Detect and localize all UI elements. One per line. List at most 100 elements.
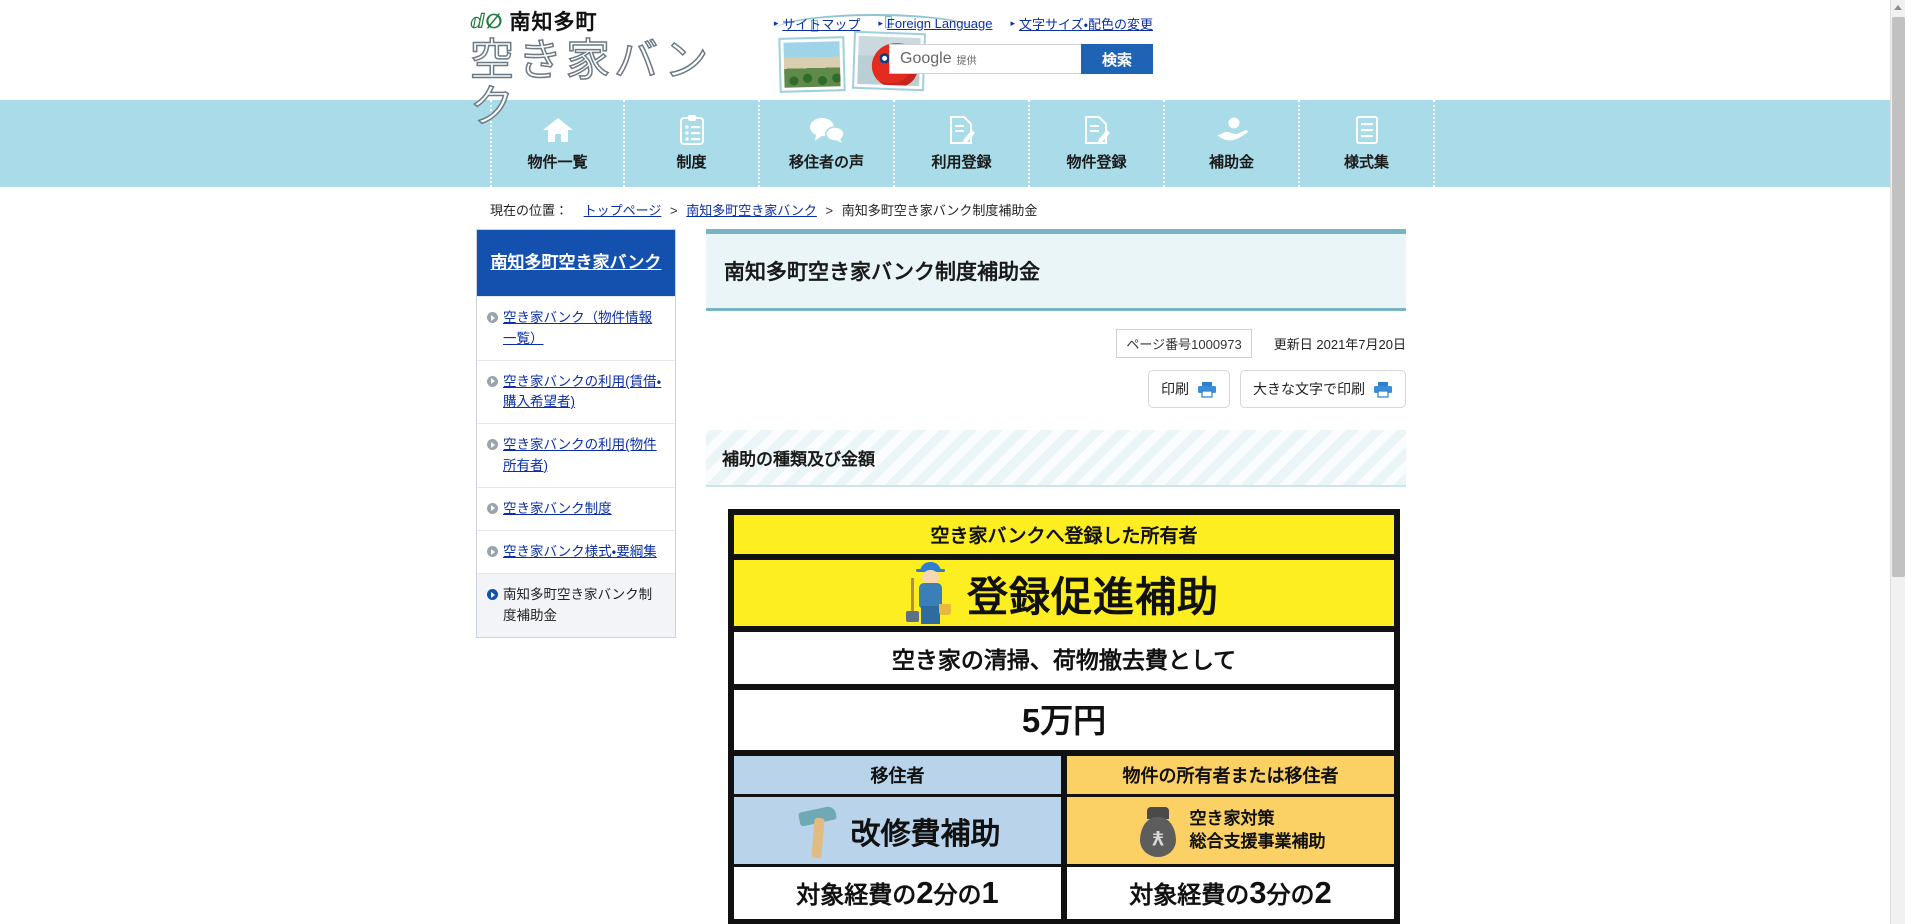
nav-item-riyo-toroku[interactable]: 利用登録 (895, 100, 1030, 187)
sidebar-item-bukken-joho[interactable]: 空き家バンク（物件情報一覧） (477, 296, 675, 360)
column-target: 移住者 (731, 753, 1064, 797)
column-target: 物件の所有者または移住者 (1064, 753, 1397, 797)
page-meta: ページ番号1000973 更新日 2021年7月20日 (706, 329, 1406, 358)
arrow-right-icon: ▸ (1010, 18, 1015, 28)
sitemap-link-label[interactable]: サイトマップ (782, 14, 860, 33)
sidebar-item-label[interactable]: 空き家バンクの利用(賃借・購入希望者) (503, 372, 663, 413)
breadcrumb-separator: > (825, 203, 834, 218)
nav-item-yoshikishu[interactable]: 様式集 (1300, 100, 1435, 187)
column-title: 空き家対策 総合支援事業補助 (1190, 808, 1326, 852)
sidebar-item-hojokin[interactable]: 南知多町空き家バンク制度補助金 (477, 573, 675, 637)
column-title-row: ¥ 空き家対策 総合支援事業補助 (1064, 797, 1397, 867)
search-input[interactable]: Google 提供 (889, 44, 1081, 74)
breadcrumb-item-current: 南知多町空き家バンク制度補助金 (841, 203, 1038, 218)
bullet-arrow-icon (487, 312, 498, 324)
page-root: ⅆ∅ 南知多町 空き家バンク ▸ サイトマップ ▸ Foreign Langua… (0, 0, 1905, 924)
bullet-arrow-icon (487, 546, 498, 558)
nav-label: 補助金 (1208, 154, 1254, 171)
rate-numerator: 2 (1314, 875, 1332, 910)
sidebar-item-label[interactable]: 空き家バンクの利用(物件所有者) (503, 435, 663, 476)
infographic-top-title-row: 登録促進補助 (731, 557, 1397, 629)
nav-label: 利用登録 (931, 154, 992, 171)
infographic-columns: 移住者 改修費補助 対象経費の2分の1 物件の所有者または移住者 ¥ 空き家対策… (731, 753, 1397, 922)
text-size-color-link-label[interactable]: 文字サイズ・配色の変更 (1019, 14, 1153, 33)
scrollbar-thumb[interactable] (1892, 17, 1905, 577)
rate-numerator: 1 (981, 875, 999, 910)
nav-item-ijusha-no-koe[interactable]: 移住者の声 (760, 100, 895, 187)
document-pencil-icon (948, 115, 976, 145)
sidebar-item-seido[interactable]: 空き家バンク制度 (477, 486, 675, 530)
sidebar-item-riyo-shoyusha[interactable]: 空き家バンクの利用(物件所有者) (477, 423, 675, 487)
print-button[interactable]: 印刷 (1148, 370, 1230, 408)
sidebar-heading[interactable]: 南知多町空き家バンク (477, 230, 675, 297)
site-logo[interactable]: ⅆ∅ 南知多町 空き家バンク (469, 6, 740, 132)
sidebar-box: 南知多町空き家バンク 空き家バンク（物件情報一覧） 空き家バンクの利用(賃借・購… (476, 229, 676, 638)
breadcrumb-item-akiyabank[interactable]: 南知多町空き家バンク (686, 203, 817, 218)
beach-photo (778, 36, 846, 93)
infographic-top-title: 登録促進補助 (967, 574, 1219, 620)
rate-denominator: 3 (1249, 875, 1267, 910)
sidebar-item-yoshiki-yoko[interactable]: 空き家バンク様式・要綱集 (477, 530, 675, 573)
sidebar-item-label[interactable]: 空き家バンク制度 (503, 499, 612, 519)
subsidy-infographic: 空き家バンクへ登録した所有者 登録促進補助 空き家の清掃、荷物撤去費として 5万… (728, 509, 1400, 924)
infographic-column-ijusha: 移住者 改修費補助 対象経費の2分の1 (731, 753, 1064, 922)
print-large-button-label: 大きな文字で印刷 (1253, 381, 1365, 397)
sidebar-item-label[interactable]: 空き家バンク様式・要綱集 (503, 542, 657, 562)
site-header: ⅆ∅ 南知多町 空き家バンク ▸ サイトマップ ▸ Foreign Langua… (0, 0, 1905, 131)
page-title: 南知多町空き家バンク制度補助金 (724, 261, 1041, 284)
leaf-mark-icon: ⅆ∅ (470, 10, 504, 33)
text-size-color-link[interactable]: ▸ 文字サイズ・配色の変更 (1010, 14, 1153, 33)
print-button-label: 印刷 (1161, 381, 1189, 397)
global-navigation: 物件一覧 制度 移住者の声 利用登録 物件登録 補助金 様式集 (0, 100, 1905, 187)
nav-item-hojokin[interactable]: 補助金 (1165, 100, 1300, 187)
column-title-line1: 空き家対策 (1189, 809, 1275, 829)
print-large-text-button[interactable]: 大きな文字で印刷 (1240, 370, 1406, 408)
sitemap-link[interactable]: ▸ サイトマップ (774, 14, 861, 33)
section-heading-label: 補助の種類及び金額 (722, 450, 875, 469)
vertical-scrollbar[interactable] (1890, 0, 1905, 924)
cleaning-worker-icon (906, 562, 953, 624)
print-actions: 印刷 大きな文字で印刷 (706, 370, 1406, 408)
speech-bubbles-icon (809, 115, 845, 145)
utility-links: ▸ サイトマップ ▸ Foreign Language ▸ 文字サイズ・配色の変… (774, 14, 1153, 33)
main-content: 南知多町空き家バンク制度補助金 ページ番号1000973 更新日 2021年7月… (706, 229, 1406, 924)
rate-mid: 分の (933, 882, 982, 909)
site-title: 空き家バンク (469, 36, 713, 132)
column-title-line2: 総合支援事業補助 (1189, 831, 1326, 851)
column-rate: 対象経費の3分の2 (1064, 867, 1397, 922)
sidebar-item-riyo-chintai[interactable]: 空き家バンクの利用(賃借・購入希望者) (477, 359, 675, 424)
column-title: 改修費補助 (850, 817, 1001, 851)
updated-date: 更新日 2021年7月20日 (1273, 337, 1406, 352)
foreign-language-link-label[interactable]: Foreign Language (887, 16, 993, 31)
nav-label: 物件登録 (1066, 154, 1127, 171)
sidebar-item-label[interactable]: 空き家バンク（物件情報一覧） (503, 308, 663, 349)
search-placeholder: Google (900, 50, 952, 67)
nav-item-bukken-toroku[interactable]: 物件登録 (1030, 100, 1165, 187)
search-provider-note: 提供 (956, 55, 977, 67)
nav-label: 移住者の声 (788, 154, 864, 171)
bullet-arrow-icon (487, 375, 498, 387)
bullet-arrow-icon (487, 589, 498, 601)
breadcrumb-item-top[interactable]: トップページ (584, 203, 662, 218)
hand-coin-icon (1215, 115, 1249, 145)
section-heading: 補助の種類及び金額 (706, 430, 1406, 487)
sidebar-heading-link[interactable]: 南知多町空き家バンク (491, 253, 662, 272)
document-pencil-icon (1083, 115, 1111, 145)
foreign-language-link[interactable]: ▸ Foreign Language (878, 14, 992, 33)
scroll-up-arrow-icon[interactable] (1891, 0, 1905, 15)
site-search[interactable]: Google 提供 検索 (889, 44, 1153, 74)
rate-prefix: 対象経費の (796, 882, 917, 909)
nav-label: 様式集 (1343, 154, 1389, 171)
arrow-right-icon: ▸ (773, 18, 779, 28)
nav-label: 物件一覧 (527, 154, 588, 171)
printer-icon (1373, 381, 1393, 398)
nav-label: 制度 (676, 154, 707, 171)
sidebar-item-label: 南知多町空き家バンク制度補助金 (503, 587, 653, 623)
breadcrumb-separator: > (670, 203, 678, 218)
rate-denominator: 2 (916, 875, 934, 910)
page-number-badge: ページ番号1000973 (1116, 329, 1252, 358)
rate-mid: 分の (1266, 882, 1315, 909)
search-button[interactable]: 検索 (1081, 44, 1153, 74)
content-wrapper: 南知多町空き家バンク 空き家バンク（物件情報一覧） 空き家バンクの利用(賃借・購… (0, 229, 1905, 924)
printer-icon (1197, 381, 1217, 398)
